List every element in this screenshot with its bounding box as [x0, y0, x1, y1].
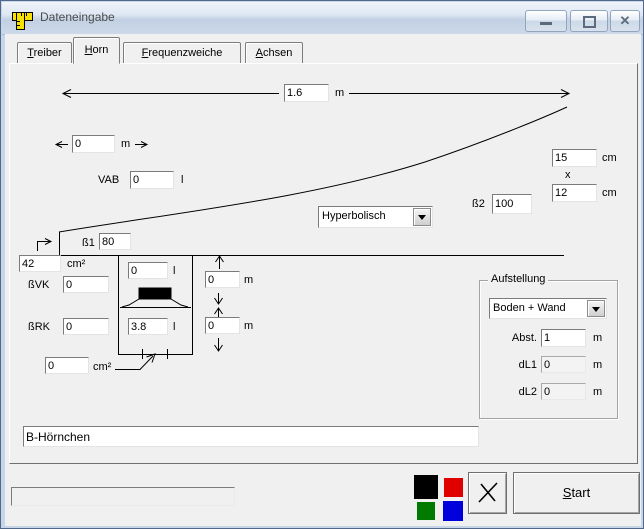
minimize-button[interactable] — [525, 10, 567, 32]
mouth-height-unit-label: cm — [602, 187, 617, 199]
abst-unit-label: m — [593, 332, 603, 344]
dl1-input[interactable] — [541, 356, 586, 373]
maximize-button[interactable] — [570, 10, 608, 32]
abst-input[interactable] — [541, 329, 586, 347]
bvk-input[interactable] — [63, 276, 109, 293]
rear-distance-input[interactable] — [205, 317, 240, 334]
dl2-unit-label: m — [593, 386, 603, 398]
color-swatch-green[interactable] — [417, 502, 435, 520]
offset-unit-label: m — [121, 138, 131, 150]
throat-area-unit-label: cm² — [67, 258, 86, 270]
chevron-down-icon — [418, 215, 426, 220]
beta2-input[interactable] — [492, 194, 532, 214]
contour-dropdown-button[interactable] — [413, 208, 431, 226]
vab-unit-label: l — [181, 174, 184, 186]
chevron-down-icon — [592, 307, 600, 312]
throat-area-input[interactable] — [19, 255, 61, 272]
length-unit-label: m — [335, 87, 345, 99]
aufstellung-title: Aufstellung — [488, 273, 549, 285]
horn-offset-input[interactable] — [72, 135, 115, 153]
mouth-width-unit-label: cm — [602, 152, 617, 164]
vab-label: VAB — [98, 174, 120, 186]
port-area-input[interactable] — [45, 357, 89, 374]
color-swatch-red[interactable] — [444, 478, 463, 497]
bvk-label: ßVK — [28, 279, 50, 291]
dialog-window: Dateneingabe ✕ Treiber Horn Frequenzweic… — [0, 0, 644, 529]
dl2-input[interactable] — [541, 383, 586, 400]
abst-label: Abst. — [511, 332, 537, 344]
close-icon: ✕ — [619, 13, 631, 28]
dl2-label: dL2 — [518, 386, 537, 398]
tab-frequenzweiche[interactable]: Frequenzweiche — [123, 42, 241, 63]
placement-dropdown-button[interactable] — [587, 300, 605, 317]
minimize-icon — [540, 22, 552, 25]
start-button[interactable]: Start — [513, 472, 640, 514]
delete-button[interactable] — [468, 472, 507, 514]
brk-input[interactable] — [63, 318, 109, 335]
vab-input[interactable] — [130, 171, 174, 189]
progress-bar — [11, 487, 235, 506]
tab-achsen[interactable]: Achsen — [245, 42, 303, 63]
dl1-label: dL1 — [518, 359, 537, 371]
contour-select[interactable]: Hyperbolisch — [318, 206, 433, 228]
ruler-app-icon — [11, 8, 33, 30]
tab-horn[interactable]: Horn — [73, 37, 120, 64]
mouth-times-label: x — [565, 169, 571, 181]
project-name-input[interactable] — [23, 426, 479, 447]
front-distance-input[interactable] — [205, 271, 240, 288]
beta1-label: ß1 — [82, 237, 95, 249]
front-distance-unit-label: m — [244, 274, 254, 286]
front-chamber-volume-input[interactable] — [128, 262, 168, 279]
color-swatch-blue[interactable] — [443, 501, 463, 521]
x-icon — [477, 482, 498, 503]
rear-chamber-volume-input[interactable] — [128, 318, 168, 335]
close-button[interactable]: ✕ — [610, 10, 640, 32]
front-volume-unit-label: l — [173, 265, 176, 277]
mouth-width-input[interactable] — [552, 149, 597, 167]
port-area-unit-label: cm² — [93, 361, 112, 373]
contour-value: Hyperbolisch — [322, 210, 386, 222]
beta2-label: ß2 — [472, 198, 485, 210]
window-title: Dateneingabe — [40, 10, 115, 24]
mouth-height-input[interactable] — [552, 184, 597, 202]
horn-length-input[interactable] — [284, 84, 329, 102]
rear-distance-unit-label: m — [244, 320, 254, 332]
placement-value: Boden + Wand — [493, 302, 566, 314]
color-swatch-black[interactable] — [414, 475, 438, 499]
dl1-unit-label: m — [593, 359, 603, 371]
beta1-input[interactable] — [99, 233, 131, 250]
tab-treiber[interactable]: Treiber — [17, 42, 72, 63]
placement-select[interactable]: Boden + Wand — [489, 298, 607, 319]
maximize-icon — [582, 16, 596, 28]
brk-label: ßRK — [28, 321, 50, 333]
rear-volume-unit-label: l — [173, 321, 176, 333]
